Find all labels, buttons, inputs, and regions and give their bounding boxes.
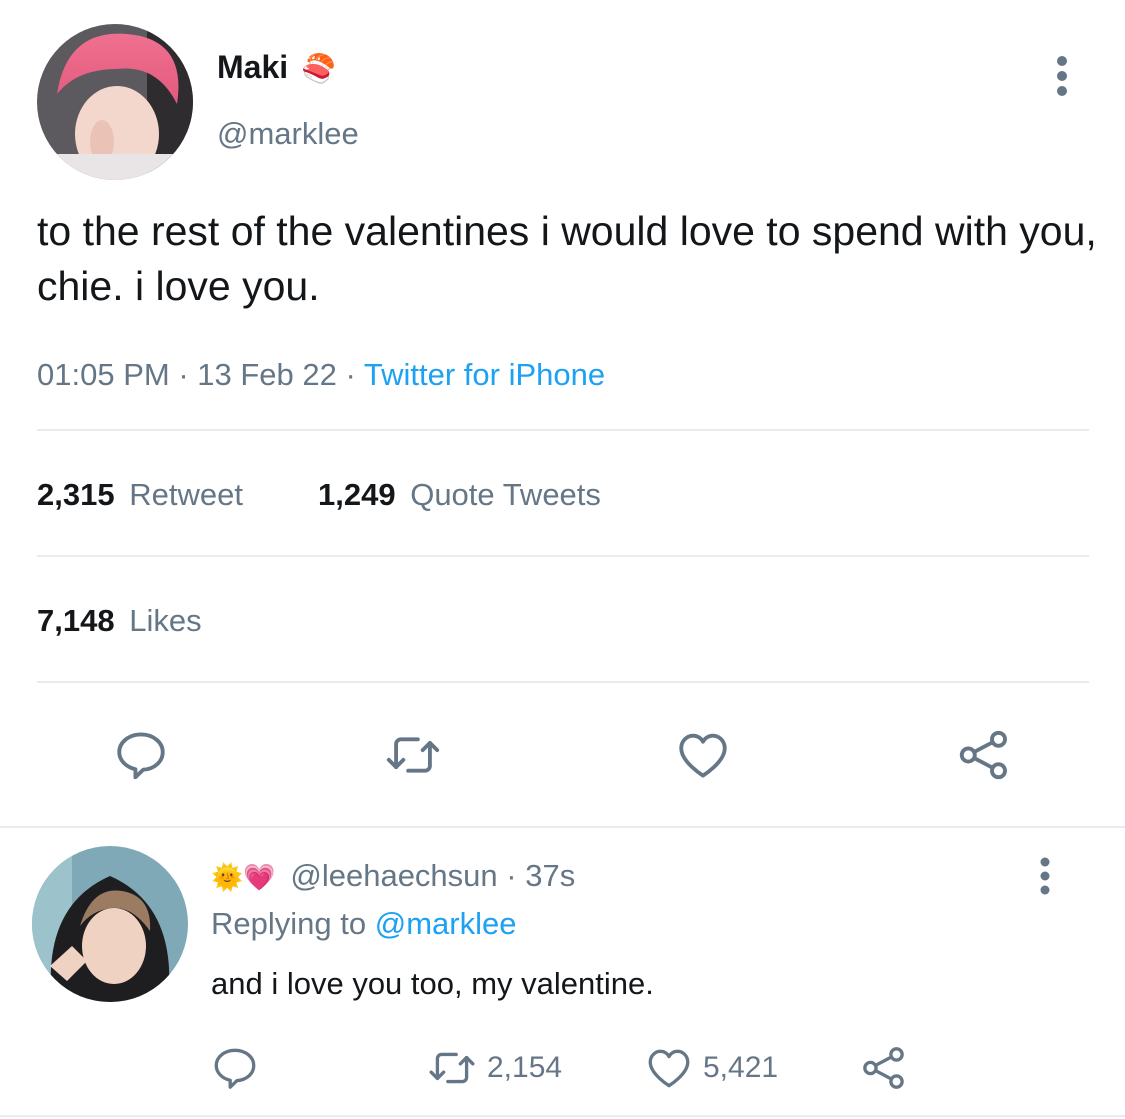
reply-header: 🌞💗 @leehaechsun · 37s [211, 857, 575, 896]
meta-separator: · [345, 357, 364, 392]
divider [37, 681, 1089, 683]
sun-heart-icon: 🌞💗 [211, 862, 276, 892]
section-divider [0, 826, 1125, 828]
retweets-label: Retweet [129, 477, 243, 512]
tweet-text: to the rest of the valentines i would lo… [37, 208, 1097, 309]
sushi-icon: 🍣 [301, 53, 336, 84]
quote-tweets-stat[interactable]: 1,249 Quote Tweets [318, 476, 601, 514]
divider [37, 555, 1089, 557]
likes-count: 7,148 [37, 603, 115, 638]
reply-author-avatar[interactable] [32, 846, 188, 1002]
tweet-time: 01:05 PM [37, 357, 170, 392]
author-handle[interactable]: @marklee [217, 115, 359, 153]
author-name-text: Maki [217, 49, 289, 85]
reply-like-button[interactable]: 5,421 [643, 1043, 778, 1093]
like-icon[interactable] [674, 726, 732, 784]
author-avatar[interactable] [37, 24, 193, 180]
more-options-icon[interactable] [1046, 54, 1078, 100]
tweet-date: 13 Feb 22 [197, 357, 337, 392]
reply-more-options-icon[interactable] [1030, 856, 1060, 898]
bottom-divider [0, 1115, 1125, 1117]
likes-stat[interactable]: 7,148 Likes [37, 602, 202, 640]
replying-to-handle[interactable]: @marklee [375, 906, 517, 941]
retweets-stat[interactable]: 2,315 Retweet [37, 476, 243, 514]
likes-label: Likes [129, 603, 202, 638]
reply-like-count: 5,421 [703, 1051, 779, 1084]
divider [37, 429, 1089, 431]
tweet-source-link[interactable]: Twitter for iPhone [364, 357, 605, 392]
retweets-count: 2,315 [37, 477, 115, 512]
share-icon[interactable] [954, 726, 1014, 784]
reply-text: and i love you too, my valentine. [211, 966, 654, 1001]
reply-retweet-icon [423, 1043, 481, 1093]
reply-retweet-button[interactable]: 2,154 [423, 1043, 562, 1093]
quotes-count: 1,249 [318, 477, 396, 512]
replying-to: Replying to @marklee [211, 905, 516, 943]
reply-retweet-count: 2,154 [487, 1051, 563, 1084]
author-name[interactable]: Maki 🍣 [217, 48, 336, 88]
tweet-meta: 01:05 PM · 13 Feb 22 · Twitter for iPhon… [37, 356, 605, 394]
reply-separator: · [506, 858, 526, 893]
reply-like-icon [643, 1043, 695, 1093]
reply-icon[interactable] [112, 726, 170, 784]
retweet-icon[interactable] [383, 726, 443, 784]
meta-separator: · [178, 357, 198, 392]
reply-timestamp: 37s [525, 858, 576, 893]
replying-to-label: Replying to [211, 906, 367, 941]
reply-share-icon[interactable] [858, 1043, 910, 1093]
quotes-label: Quote Tweets [410, 477, 601, 512]
reply-author-handle[interactable]: @leehaechsun [290, 858, 497, 893]
reply-reply-icon[interactable] [210, 1043, 260, 1093]
